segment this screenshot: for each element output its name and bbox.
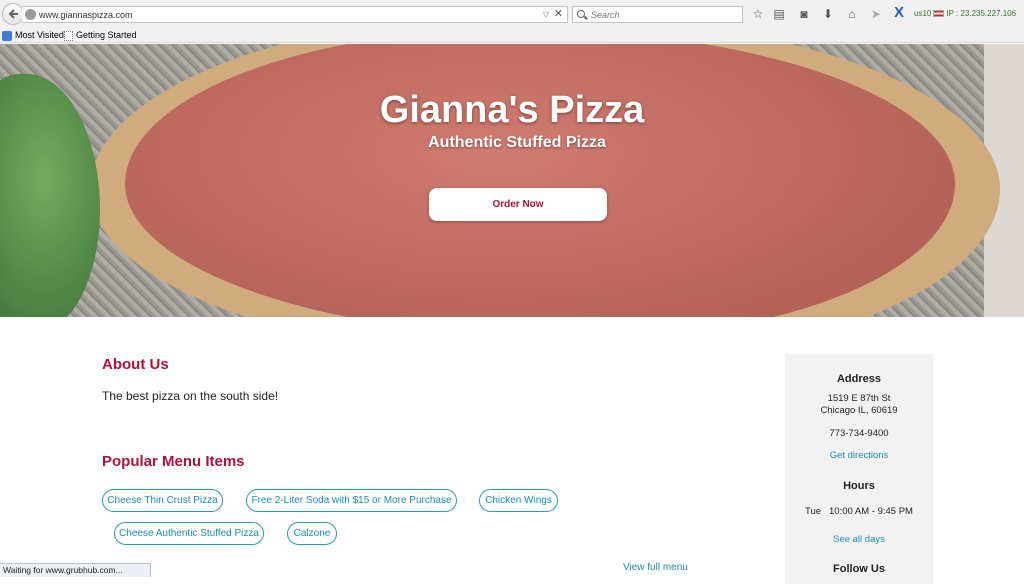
hero-banner: Gianna's Pizza Authentic Stuffed Pizza O… [0, 44, 1024, 317]
home-icon[interactable]: ⌂ [844, 6, 860, 22]
back-button[interactable] [2, 3, 24, 25]
menu-item-pill[interactable]: Chicken Wings [479, 489, 558, 512]
us-flag-icon [933, 10, 945, 17]
phone-number[interactable]: 773-734-9400 [785, 428, 933, 440]
address-line2: Chicago IL, 60619 [820, 405, 898, 416]
send-icon[interactable]: ➤ [868, 6, 884, 22]
bookmarks-toolbar: Most Visited Getting Started [0, 28, 1024, 43]
menu-item-pill[interactable]: Free 2-Liter Soda with $15 or More Purch… [246, 489, 457, 512]
follow-us-heading: Follow Us [833, 563, 885, 575]
bookmark-star-icon[interactable]: ☆ [750, 6, 766, 22]
bookmark-label: Most Visited [15, 30, 64, 40]
get-directions-link[interactable]: Get directions [785, 450, 933, 461]
hero-overlay [0, 44, 1024, 317]
bookmark-label: Getting Started [76, 30, 137, 40]
bookmark-getting-started[interactable]: Getting Started [64, 29, 137, 42]
back-arrow-icon [8, 9, 18, 19]
ip-label: IP : 23.235.227.106 [946, 9, 1017, 18]
page-icon [64, 30, 73, 41]
downloads-icon[interactable]: ⬇ [820, 6, 836, 22]
restaurant-subtitle: Authentic Stuffed Pizza [428, 134, 606, 151]
address-line1: 1519 E 87th St [827, 393, 891, 404]
ip-info[interactable]: us10 IP : 23.235.227.106 [914, 9, 1016, 18]
hours-time: 10:00 AM - 9:45 PM [828, 506, 913, 517]
url-dropdown-icon[interactable]: ▽ [543, 7, 549, 22]
most-visited-icon [2, 30, 12, 41]
pocket-icon[interactable]: ◙ [796, 6, 812, 22]
bookmark-most-visited[interactable]: Most Visited [2, 29, 64, 42]
address-heading: Address [836, 373, 882, 385]
url-text[interactable]: www.giannaspizza.com [39, 8, 133, 22]
stop-icon[interactable]: ✕ [554, 7, 563, 22]
menu-item-pill[interactable]: Cheese Authentic Stuffed Pizza [114, 522, 264, 545]
menu-heading: Popular Menu Items [102, 453, 245, 470]
info-sidebar: Address 1519 E 87th St Chicago IL, 60619… [785, 354, 933, 584]
addon-x-icon[interactable]: X [894, 4, 904, 21]
globe-icon [25, 9, 36, 20]
menu-item-pill[interactable]: Calzone [287, 522, 337, 545]
hours-heading: Hours [843, 480, 875, 492]
hours-row: Tue 10:00 AM - 9:45 PM [785, 506, 933, 518]
search-placeholder: Search [591, 10, 620, 20]
search-icon [577, 10, 585, 18]
browser-navbar: www.giannaspizza.com ▽ ✕ Search ☆ ▤ ◙ ⬇ … [0, 0, 1024, 28]
restaurant-title: Gianna's Pizza [379, 89, 645, 131]
search-input[interactable]: Search [572, 6, 743, 23]
about-heading: About Us [102, 356, 169, 373]
browser-status-bar: Waiting for www.grubhub.com... [0, 563, 151, 577]
about-text: The best pizza on the south side! [102, 389, 279, 403]
order-now-button[interactable]: Order Now [429, 188, 607, 221]
hours-day: Tue [805, 506, 822, 517]
view-full-menu-link[interactable]: View full menu [623, 562, 688, 573]
url-bar[interactable]: www.giannaspizza.com ▽ ✕ [22, 6, 568, 23]
menu-item-pill[interactable]: Cheese Thin Crust Pizza [102, 489, 223, 512]
see-all-days-link[interactable]: See all days [785, 534, 933, 545]
addon-location: us10 [914, 9, 932, 18]
reading-list-icon[interactable]: ▤ [771, 6, 787, 22]
